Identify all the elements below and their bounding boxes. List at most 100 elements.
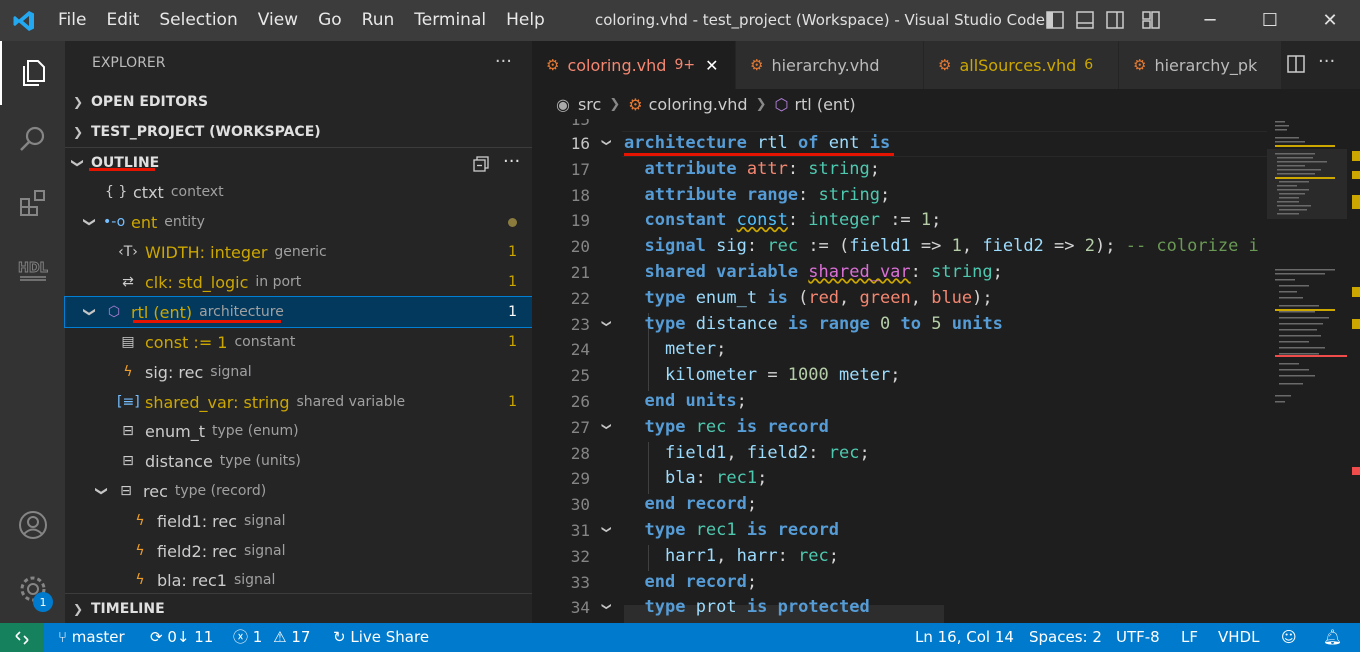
menu-selection[interactable]: Selection [149,0,247,41]
feedback-icon[interactable]: ☺ [1281,623,1297,652]
language-mode[interactable]: VHDL [1218,623,1259,652]
code-line[interactable]: end units; [624,391,746,411]
section-open-editors[interactable]: ❯ OPEN EDITORS [65,87,532,117]
menu-edit[interactable]: Edit [96,0,149,41]
outline-item[interactable]: ‹T› WIDTH: integer generic 1 [65,237,532,267]
code-line[interactable]: type rec is record [624,417,828,437]
explorer-more-icon[interactable]: ··· [495,51,512,72]
outline-more-icon[interactable]: ··· [503,151,520,172]
minimize-button[interactable]: ─ [1180,0,1240,41]
cursor-position[interactable]: Ln 16, Col 14 [915,623,1014,652]
toggle-secondary-sidebar-icon[interactable] [1105,10,1125,30]
outline-item[interactable]: ❯ ⊟ rec type (record) [65,476,532,506]
breadcrumb-file[interactable]: coloring.vhd [649,95,748,114]
code-line[interactable]: harr1, harr: rec; [624,546,839,566]
outline-item[interactable]: ϟ bla: rec1 signal [65,565,532,595]
bell-icon[interactable]: 🔔︎ [1323,623,1342,652]
tab-coloring[interactable]: ⚙ coloring.vhd 9+ ✕ [532,41,735,89]
close-window-button[interactable]: ✕ [1300,0,1360,41]
code-line[interactable]: signal sig: rec := (field1 => 1, field2 … [624,236,1258,256]
menu-run[interactable]: Run [352,0,405,41]
code-line[interactable]: type rec1 is record [624,520,839,540]
fold-chevron-icon[interactable]: ❯ [598,319,613,327]
menu-go[interactable]: Go [308,0,352,41]
breadcrumb-folder[interactable]: src [578,95,601,114]
code-editor[interactable]: 15 16 ❯ architecture rtl of ent is 17 attri… [532,119,1267,623]
code-line[interactable]: end record; [624,494,757,514]
split-editor-icon[interactable] [1286,54,1306,74]
explorer-activity[interactable] [0,41,65,105]
live-share-status[interactable]: ↻ Live Share [333,623,429,652]
code-line[interactable]: constant const: integer := 1; [624,210,941,230]
breadcrumb-symbol[interactable]: rtl (ent) [794,95,855,114]
code-line[interactable]: attribute range: string; [624,185,890,205]
minimap[interactable] [1267,119,1360,623]
customize-layout-icon[interactable] [1135,10,1161,30]
branch-status[interactable]: ⑂ master [58,623,125,652]
encoding[interactable]: UTF-8 [1116,623,1160,652]
code-line[interactable]: attribute attr: string; [624,159,879,179]
line-number: 24 [570,340,590,360]
tab-hierarchy-pkg[interactable]: ⚙ hierarchy_pk [1119,41,1281,89]
menu-terminal[interactable]: Terminal [404,0,496,41]
tab-hierarchy[interactable]: ⚙ hierarchy.vhd [736,41,923,89]
collapse-all-icon[interactable] [473,156,489,172]
fold-chevron-icon[interactable]: ❯ [598,526,613,534]
outline-item-desc: architecture [199,304,284,320]
signal-icon: ϟ [135,513,145,529]
outline-item[interactable]: ϟ field1: rec signal [65,506,532,536]
fold-chevron-icon[interactable]: ❯ [598,422,613,430]
outline-item[interactable]: ⊟ distance type (units) [65,446,532,476]
outline-item[interactable]: ϟ sig: rec signal [65,357,532,387]
section-timeline[interactable]: ❯ TIMELINE [65,593,532,623]
editor-more-icon[interactable]: ··· [1318,51,1335,72]
fold-chevron-icon[interactable]: ❯ [598,139,613,147]
namespace-icon: { } [105,184,128,200]
outline-item[interactable]: { } ctxt context [65,177,532,207]
code-line[interactable]: kilometer = 1000 meter; [624,365,900,385]
code-line[interactable]: type enum_t is (red, green, blue); [624,288,992,308]
tab-allsources[interactable]: ⚙ allSources.vhd 6 [924,41,1118,89]
code-line[interactable]: bla: rec1; [624,468,767,488]
outline-item-desc: context [170,184,224,200]
code-line[interactable]: field1, field2: rec; [624,443,870,463]
code-line[interactable]: end record; [624,572,757,592]
search-activity[interactable] [0,107,65,171]
sync-status[interactable]: ⟳ 0↓ 11 [150,623,213,652]
outline-item[interactable]: [≡] shared_var: string shared variable 1 [65,387,532,417]
tab-close-icon[interactable]: ✕ [705,56,718,75]
code-line[interactable]: architecture rtl of ent is [624,133,890,153]
outline-item[interactable]: ⇄ clk: std_logic in port 1 [65,267,532,297]
menu-file[interactable]: File [48,0,96,41]
accounts-activity[interactable] [0,493,65,557]
hdl-icon: HDL [17,261,48,281]
toggle-sidebar-icon[interactable] [1045,10,1065,30]
fold-chevron-icon[interactable]: ❯ [598,603,613,611]
code-line[interactable]: type prot is protected [624,597,869,617]
outline-item[interactable]: ϟ field2: rec signal [65,536,532,566]
manage-activity[interactable]: 1 [0,557,65,621]
menu-view[interactable]: View [248,0,308,41]
end-of-line[interactable]: LF [1181,623,1198,652]
section-workspace[interactable]: ❯ TEST_PROJECT (WORKSPACE) [65,117,532,147]
remote-indicator[interactable] [0,623,44,652]
tab-label: hierarchy.vhd [771,55,880,75]
extensions-activity[interactable] [0,171,65,235]
outline-item[interactable]: ⊟ enum_t type (enum) [65,416,532,446]
indentation[interactable]: Spaces: 2 [1029,623,1102,652]
code-line[interactable]: meter; [624,339,726,359]
sync-count: 0↓ 11 [167,628,214,646]
problems-status[interactable]: ⓧ 1 ⚠ 17 [233,623,310,652]
outline-item-name: field1: rec [157,511,238,531]
outline-item[interactable]: ▤ const := 1 constant 1 [65,327,532,357]
code-line[interactable]: type distance is range 0 to 5 units [624,314,1002,334]
section-outline[interactable]: ❯ OUTLINE ··· [65,147,532,177]
outline-item-desc: type (enum) [211,423,299,439]
code-line[interactable]: shared variable shared_var: string; [624,262,1002,282]
struct-icon: ⊟ [122,423,134,439]
maximize-button[interactable]: ☐ [1240,0,1300,41]
hdl-activity[interactable]: HDL [0,235,65,299]
outline-item[interactable]: ❯ •-o ent entity [65,207,532,237]
menu-help[interactable]: Help [496,0,555,41]
toggle-panel-icon[interactable] [1075,10,1095,30]
